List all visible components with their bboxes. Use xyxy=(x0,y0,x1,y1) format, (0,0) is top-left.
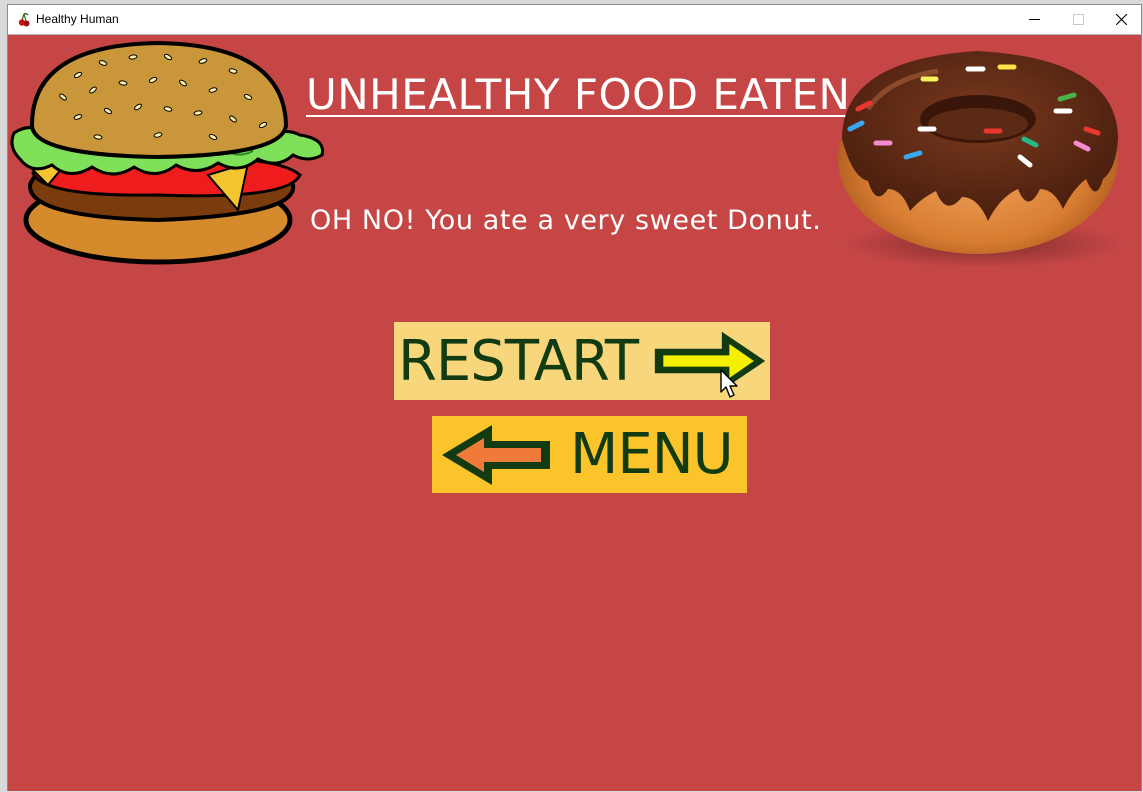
maximize-button[interactable] xyxy=(1056,5,1100,34)
result-message: OH NO! You ate a very sweet Donut. xyxy=(310,205,822,236)
maximize-icon xyxy=(1072,14,1084,25)
minimize-icon xyxy=(1028,19,1040,20)
window-title: Healthy Human xyxy=(36,12,119,26)
game-over-screen: UNHEALTHY FOOD EATEN OH NO! You ate a ve… xyxy=(8,35,1141,791)
burger-illustration xyxy=(10,40,325,265)
page-title: UNHEALTHY FOOD EATEN xyxy=(306,70,851,119)
close-icon xyxy=(1115,14,1127,25)
app-window: Healthy Human UNHEALTHY FOOD EATEN OH NO… xyxy=(7,4,1142,791)
arrow-right-icon xyxy=(654,331,766,391)
minimize-button[interactable] xyxy=(1012,5,1056,34)
title-bar[interactable]: Healthy Human xyxy=(8,5,1141,35)
menu-button[interactable]: MENU xyxy=(432,416,747,493)
app-cherry-icon xyxy=(18,12,30,27)
restart-button-label: RESTART xyxy=(398,328,639,394)
close-button[interactable] xyxy=(1099,5,1143,34)
menu-button-label: MENU xyxy=(570,422,734,487)
arrow-left-icon xyxy=(442,424,550,485)
mouse-cursor-icon xyxy=(720,369,738,398)
donut-illustration xyxy=(838,51,1123,268)
restart-button[interactable]: RESTART xyxy=(394,322,770,400)
